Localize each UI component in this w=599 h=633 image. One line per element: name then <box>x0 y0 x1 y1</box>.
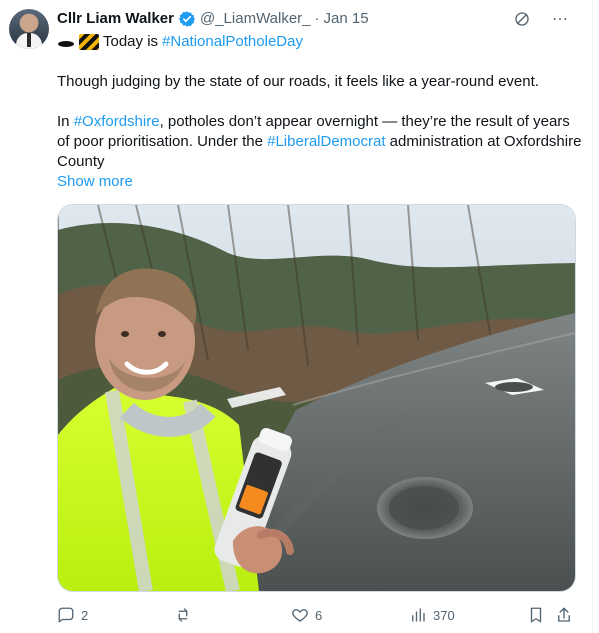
grok-icon[interactable] <box>512 9 532 29</box>
author-name[interactable]: Cllr Liam Walker <box>57 9 174 29</box>
share-icon <box>558 607 570 622</box>
views-icon <box>412 608 425 622</box>
construction-emoji-icon <box>79 34 99 50</box>
views-button[interactable]: 370 <box>409 604 455 626</box>
tweet-paragraph-2: In #Oxfordshire, potholes don’t appear o… <box>57 112 582 172</box>
views-count: 370 <box>433 607 455 623</box>
reply-button[interactable]: 2 <box>57 604 88 626</box>
reply-count: 2 <box>81 607 89 623</box>
hashtag-national-pothole-day[interactable]: #NationalPotholeDay <box>162 32 303 52</box>
avatar-tie <box>27 33 31 47</box>
author-avatar[interactable] <box>9 9 49 49</box>
author-handle[interactable]: @_LiamWalker_ <box>200 9 311 29</box>
post-date[interactable]: Jan 15 <box>324 9 369 29</box>
more-icon[interactable] <box>550 9 570 29</box>
repost-icon <box>178 608 188 622</box>
tweet-header: Cllr Liam Walker @_LiamWalker_ · Jan 15 <box>57 9 369 29</box>
bookmark-button[interactable] <box>527 604 545 626</box>
repost-button[interactable] <box>174 604 198 626</box>
verified-badge-icon <box>178 10 196 28</box>
heart-icon <box>292 609 308 622</box>
line1-prefix: Today is <box>103 33 159 50</box>
show-more-link[interactable]: Show more <box>57 172 133 192</box>
tweet-line-1: Today is #NationalPotholeDay <box>57 32 303 52</box>
separator-dot: · <box>314 10 320 27</box>
pothole-emoji-icon <box>57 35 75 49</box>
top-actions <box>512 9 570 29</box>
p2-text-a: In <box>57 113 74 130</box>
tweet-actions: 2 6 370 <box>57 604 576 626</box>
hashtag-liberal-democrat[interactable]: #LiberalDemocrat <box>267 133 385 150</box>
like-button[interactable]: 6 <box>291 604 322 626</box>
tweet-paragraph-1: Though judging by the state of our roads… <box>57 73 539 90</box>
tweet[interactable]: Cllr Liam Walker @_LiamWalker_ · Jan 15 <box>0 0 593 633</box>
bookmark-icon <box>530 607 542 623</box>
like-count: 6 <box>315 607 323 623</box>
photo-illustration <box>58 205 575 591</box>
share-button[interactable] <box>555 604 573 626</box>
hashtag-oxfordshire[interactable]: #Oxfordshire <box>74 113 160 130</box>
reply-icon <box>58 607 74 623</box>
tweet-photo[interactable] <box>57 204 576 592</box>
